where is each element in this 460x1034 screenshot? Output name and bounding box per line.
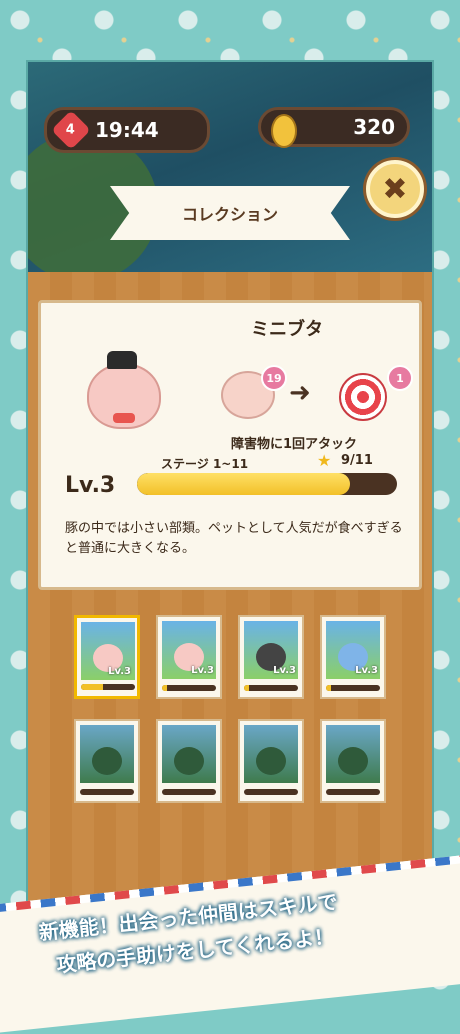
- card-progress-fill: [326, 685, 332, 691]
- arrow-right-icon: ➜: [289, 378, 311, 408]
- silhouette-icon: [174, 747, 204, 775]
- card-progress-bar: [244, 789, 298, 795]
- card-progress-bar: [81, 684, 135, 690]
- collection-card[interactable]: Lv.3: [156, 615, 222, 699]
- collection-card[interactable]: Lv.3: [238, 615, 304, 699]
- collection-panel: ミニブタ 19 ➜ 1 障害物に1回アタック ステージ 1~11 ★ 9/11 …: [28, 272, 432, 922]
- card-picture: [162, 725, 216, 783]
- card-progress-bar: [162, 685, 216, 691]
- detail-card: ミニブタ 19 ➜ 1 障害物に1回アタック ステージ 1~11 ★ 9/11 …: [38, 300, 422, 590]
- target-icon: [339, 373, 387, 421]
- card-picture: [80, 725, 134, 783]
- card-progress-fill: [162, 685, 168, 691]
- heart-icon: 4: [51, 110, 91, 150]
- mini-pig-illustration: [87, 351, 161, 429]
- locked-card[interactable]: [156, 719, 222, 803]
- card-level: Lv.3: [191, 665, 214, 676]
- card-level: Lv.3: [273, 665, 296, 676]
- level-label: Lv.3: [65, 473, 116, 498]
- character-description: 豚の中では小さい部類。ペットとして人気だが食べすぎると普通に大きくなる。: [65, 521, 403, 556]
- level-progress-fill: [137, 473, 351, 495]
- game-screen: 4 19:44 320 コレクション ✖ ミニブタ 19 ➜ 1 障害物に1回ア…: [28, 62, 432, 922]
- card-progress-fill: [244, 685, 250, 691]
- card-progress-bar: [326, 685, 380, 691]
- hat-icon: [107, 351, 137, 369]
- lives-count: 4: [66, 122, 76, 138]
- card-level: Lv.3: [355, 665, 378, 676]
- collection-title-ribbon: コレクション: [110, 186, 350, 240]
- silhouette-icon: [92, 747, 122, 775]
- skill-description: 障害物に1回アタック: [231, 437, 358, 452]
- collection-card[interactable]: Lv.3: [320, 615, 386, 699]
- game-background: 4 19:44 320 コレクション ✖: [28, 62, 432, 282]
- timer-text: 19:44: [95, 118, 159, 142]
- card-picture: [244, 725, 298, 783]
- silhouette-icon: [256, 747, 286, 775]
- coins-hud: 320: [258, 107, 410, 148]
- card-progress-bar: [162, 789, 216, 795]
- card-picture: [326, 725, 380, 783]
- stage-range: ステージ 1~11: [161, 457, 249, 471]
- progress-count: 9/11: [341, 453, 373, 468]
- card-progress-bar: [244, 685, 298, 691]
- page-title: コレクション: [181, 205, 278, 224]
- bow-icon: [113, 413, 135, 423]
- close-icon: ✖: [382, 171, 408, 207]
- locked-card[interactable]: [74, 719, 140, 803]
- card-progress-fill: [81, 684, 103, 690]
- lives-timer-hud: 4 19:44: [44, 107, 210, 153]
- character-name: ミニブタ: [251, 319, 323, 340]
- pig-count-badge: 19: [261, 365, 287, 391]
- coin-icon: [271, 114, 297, 148]
- coin-count: 320: [353, 115, 395, 139]
- locked-card[interactable]: [320, 719, 386, 803]
- close-button[interactable]: ✖: [366, 160, 424, 218]
- target-count-badge: 1: [387, 365, 413, 391]
- locked-card[interactable]: [238, 719, 304, 803]
- card-progress-bar: [326, 789, 380, 795]
- star-icon: ★: [317, 451, 332, 470]
- silhouette-icon: [338, 747, 368, 775]
- card-progress-bar: [80, 789, 134, 795]
- level-progress-bar: [137, 473, 397, 495]
- collection-card[interactable]: Lv.3: [74, 615, 140, 699]
- card-level: Lv.3: [108, 666, 131, 677]
